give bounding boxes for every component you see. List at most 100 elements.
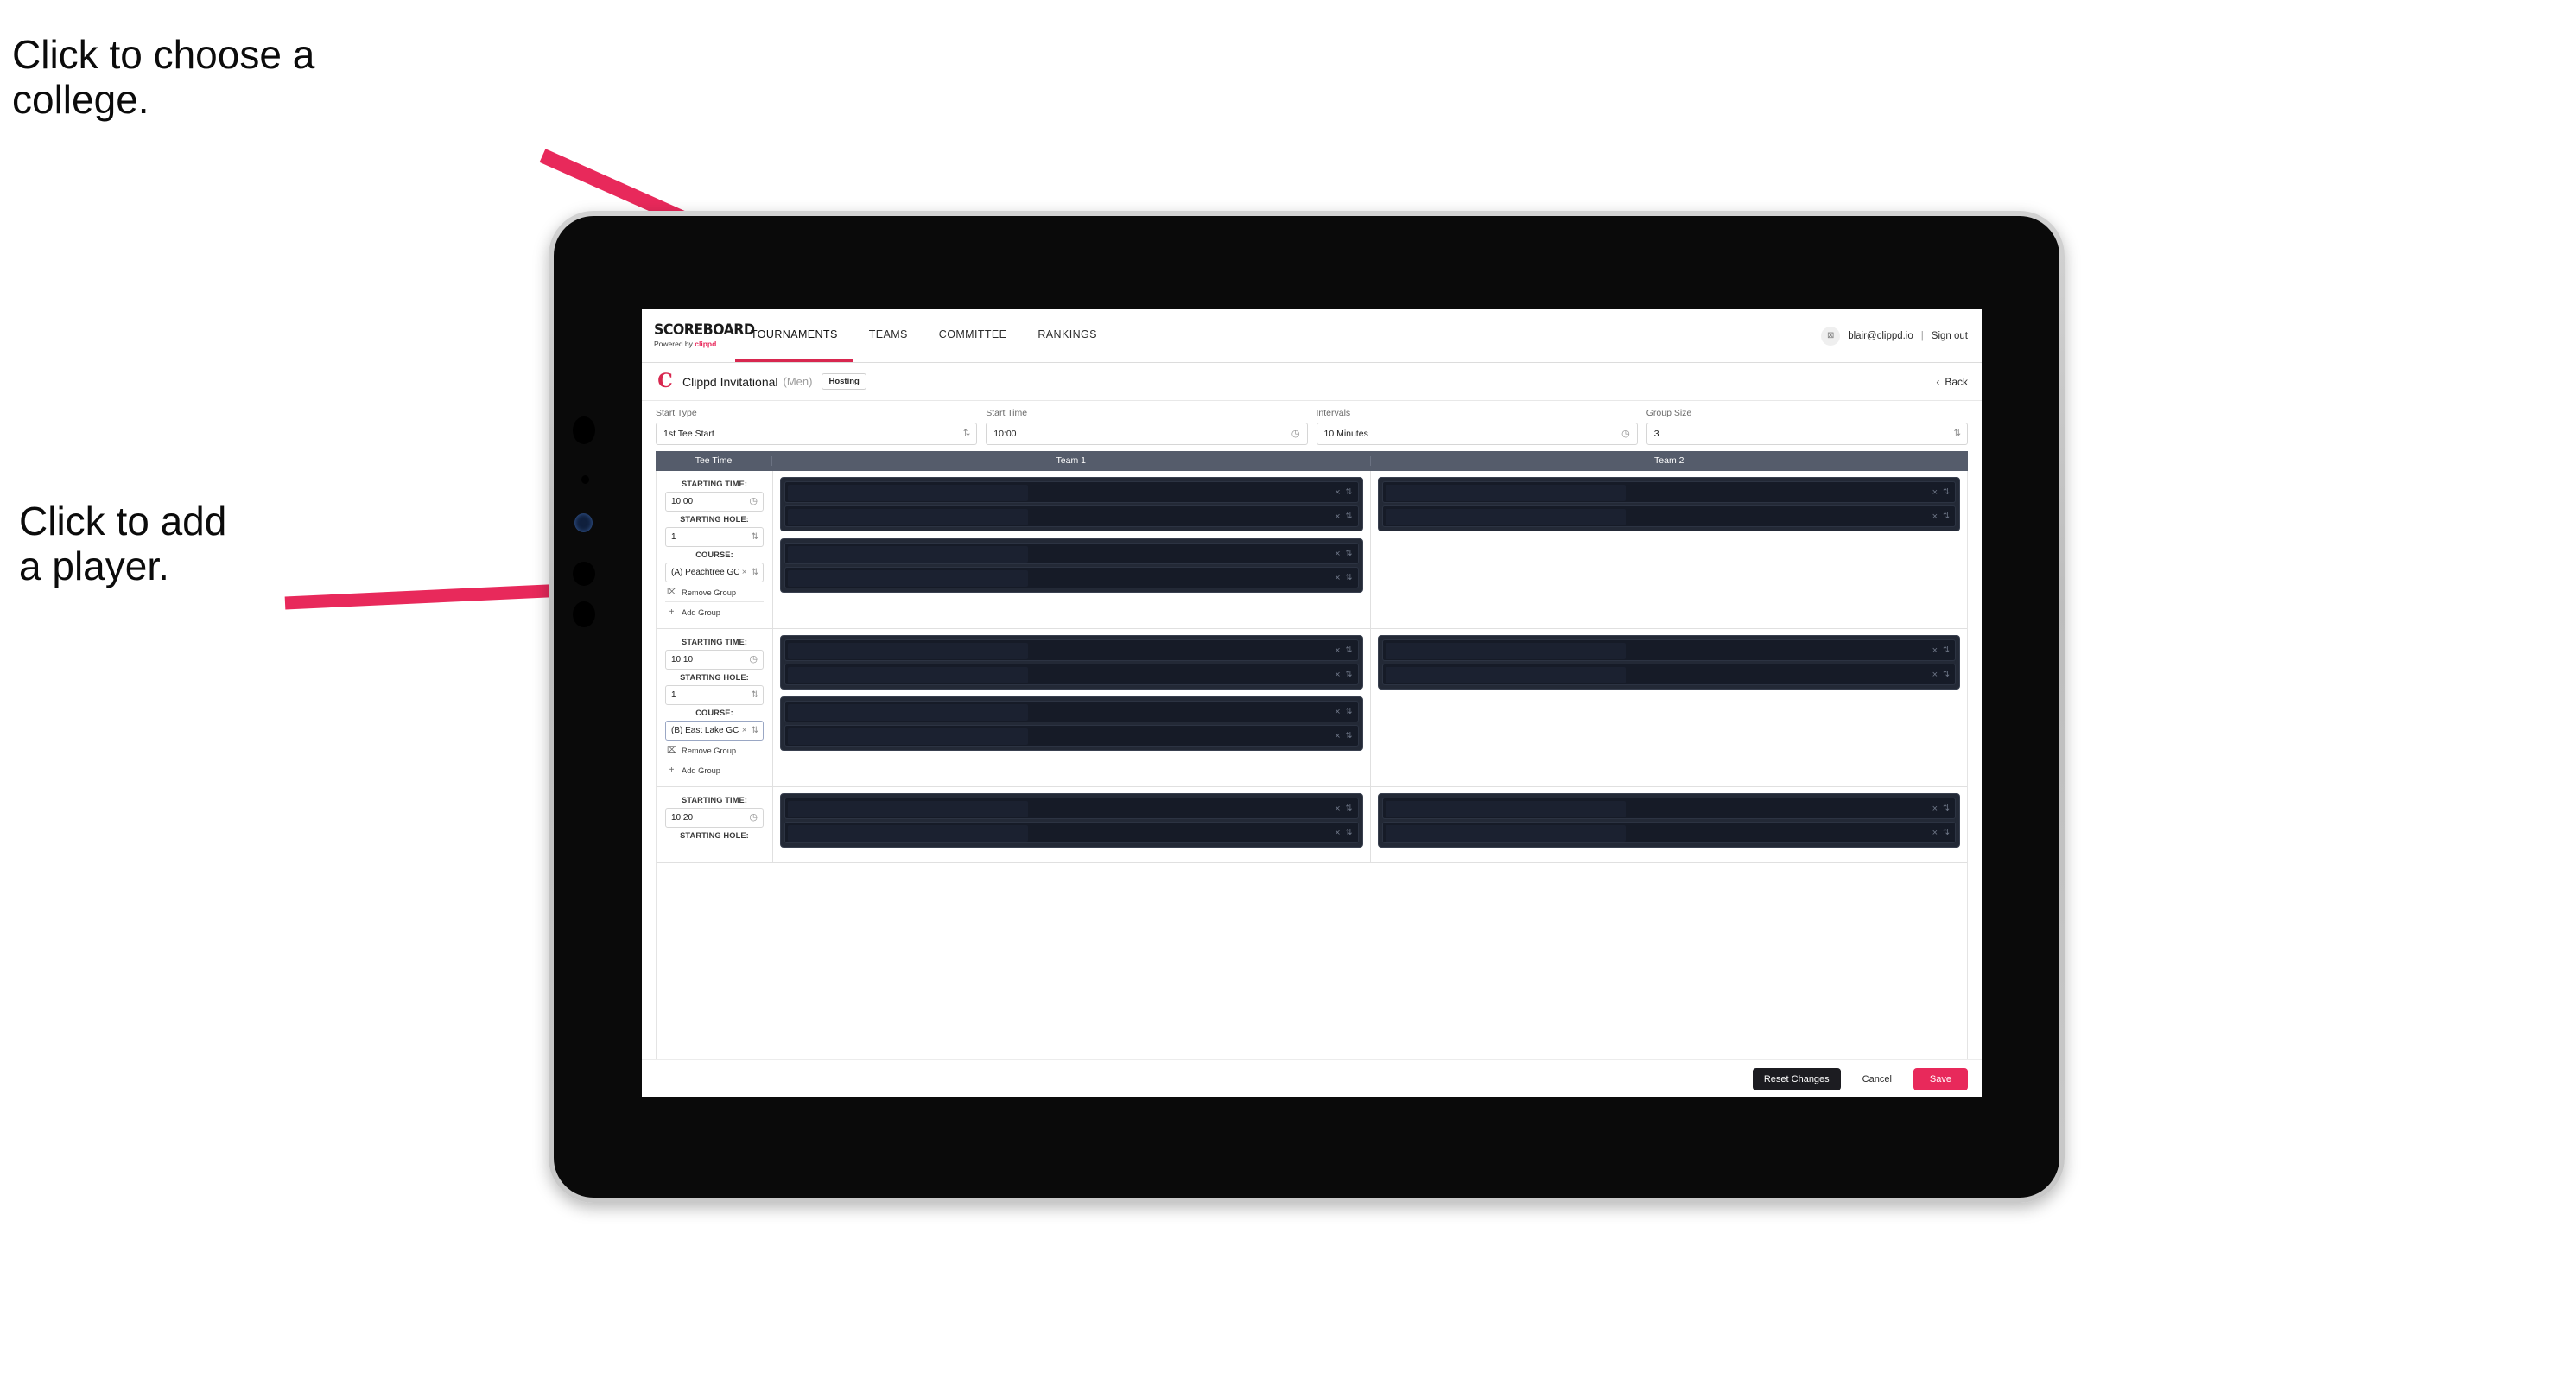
clock-icon[interactable]: ◷ — [1291, 429, 1300, 439]
stepper-icon[interactable]: ⇅ — [1346, 573, 1353, 582]
player-slot[interactable]: × ⇅ — [1381, 481, 1956, 503]
clear-player-icon[interactable]: × — [1932, 670, 1938, 680]
player-slot[interactable]: × ⇅ — [1381, 505, 1956, 527]
stepper-icon[interactable]: ⇅ — [963, 429, 970, 438]
clear-icon[interactable]: × — [742, 726, 747, 735]
stepper-icon[interactable]: ⇅ — [1943, 670, 1950, 679]
team1-card[interactable]: × ⇅ × ⇅ — [780, 538, 1363, 593]
clear-player-icon[interactable]: × — [1335, 487, 1340, 498]
player-slot[interactable]: × ⇅ — [784, 664, 1359, 685]
back-link[interactable]: ‹ Back — [1936, 376, 1968, 388]
starting-time-input[interactable]: 10:10 ◷ — [665, 650, 764, 670]
team2-card[interactable]: × ⇅ × ⇅ — [1377, 793, 1960, 848]
stepper-icon[interactable]: ⇅ — [1954, 429, 1961, 438]
clock-icon[interactable]: ◷ — [749, 497, 758, 506]
player-slot[interactable]: × ⇅ — [784, 481, 1359, 503]
nav-tab-committee[interactable]: COMMITTEE — [923, 309, 1023, 362]
clock-icon[interactable]: ◷ — [1621, 429, 1630, 439]
clear-player-icon[interactable]: × — [1335, 549, 1340, 559]
clear-player-icon[interactable]: × — [1932, 512, 1938, 522]
pairings-table-body[interactable]: STARTING TIME: 10:00 ◷ STARTING HOLE: 1 ⇅ COUR… — [656, 471, 1968, 1059]
nav-tab-rankings[interactable]: RANKINGS — [1022, 309, 1113, 362]
stepper-icon[interactable]: ⇅ — [1943, 487, 1950, 497]
stepper-icon[interactable]: ⇅ — [1346, 804, 1353, 813]
stepper-icon[interactable]: ⇅ — [1346, 512, 1353, 521]
starting-hole-input[interactable]: 1 ⇅ — [665, 685, 764, 705]
stepper-icon[interactable]: ⇅ — [1943, 804, 1950, 813]
stepper-icon[interactable]: ⇅ — [1346, 487, 1353, 497]
clock-icon[interactable]: ◷ — [749, 813, 758, 823]
course-select[interactable]: (B) East Lake GC × ⇅ — [665, 721, 764, 741]
starting-time-input[interactable]: 10:20 ◷ — [665, 808, 764, 828]
starting-hole-input[interactable]: 1 ⇅ — [665, 527, 764, 547]
stepper-icon[interactable]: ⇅ — [752, 568, 758, 577]
team2-card[interactable]: × ⇅ × ⇅ — [1377, 635, 1960, 690]
player-slot[interactable]: × ⇅ — [784, 567, 1359, 588]
clear-icon[interactable]: × — [742, 568, 747, 577]
clear-player-icon[interactable]: × — [1335, 828, 1340, 838]
team1-card[interactable]: × ⇅ × ⇅ — [780, 635, 1363, 690]
clear-player-icon[interactable]: × — [1932, 804, 1938, 814]
team2-card[interactable]: × ⇅ × ⇅ — [1377, 477, 1960, 531]
clear-player-icon[interactable]: × — [1335, 731, 1340, 741]
player-slot[interactable]: × ⇅ — [784, 639, 1359, 661]
player-slot[interactable]: × ⇅ — [784, 701, 1359, 722]
brand-logo[interactable]: SCOREBOARD Powered by clippd — [642, 309, 755, 362]
clear-player-icon[interactable]: × — [1335, 804, 1340, 814]
stepper-icon[interactable]: ⇅ — [1346, 670, 1353, 679]
start-type-value: 1st Tee Start — [663, 429, 714, 439]
stepper-icon[interactable]: ⇅ — [1346, 731, 1353, 741]
group-size-select[interactable]: 3 ⇅ — [1646, 423, 1968, 445]
brand-title: SCOREBOARD — [654, 321, 755, 340]
player-slot[interactable]: × ⇅ — [784, 822, 1359, 843]
start-type-select[interactable]: 1st Tee Start ⇅ — [656, 423, 978, 445]
start-time-input[interactable]: 10:00 ◷ — [986, 423, 1308, 445]
stepper-icon[interactable]: ⇅ — [1346, 549, 1353, 558]
reset-changes-button[interactable]: Reset Changes — [1752, 1067, 1841, 1090]
player-name-placeholder — [788, 801, 1029, 817]
add-group-button[interactable]: + Add Group — [665, 760, 764, 779]
clear-player-icon[interactable]: × — [1335, 512, 1340, 522]
remove-group-button[interactable]: ⌧ Remove Group — [665, 582, 764, 602]
team1-card[interactable]: × ⇅ × ⇅ — [780, 477, 1363, 531]
player-slot[interactable]: × ⇅ — [784, 725, 1359, 747]
clear-player-icon[interactable]: × — [1932, 645, 1938, 656]
stepper-icon[interactable]: ⇅ — [752, 532, 758, 542]
clock-icon[interactable]: ◷ — [749, 655, 758, 664]
nav-tab-teams[interactable]: TEAMS — [853, 309, 923, 362]
starting-time-input[interactable]: 10:00 ◷ — [665, 492, 764, 512]
stepper-icon[interactable]: ⇅ — [1346, 828, 1353, 837]
stepper-icon[interactable]: ⇅ — [1346, 645, 1353, 655]
clear-player-icon[interactable]: × — [1335, 645, 1340, 656]
remove-group-button[interactable]: ⌧ Remove Group — [665, 741, 764, 760]
course-select[interactable]: (A) Peachtree GC × ⇅ — [665, 563, 764, 582]
cancel-button[interactable]: Cancel — [1851, 1068, 1903, 1090]
tee-time-column: STARTING TIME: 10:20 ◷ STARTING HOLE: — [657, 787, 773, 862]
save-button[interactable]: Save — [1913, 1067, 1968, 1090]
clear-player-icon[interactable]: × — [1932, 487, 1938, 498]
team1-card[interactable]: × ⇅ × ⇅ — [780, 793, 1363, 848]
sign-out-link[interactable]: Sign out — [1932, 331, 1968, 341]
stepper-icon[interactable]: ⇅ — [752, 690, 758, 700]
stepper-icon[interactable]: ⇅ — [1943, 828, 1950, 837]
clear-player-icon[interactable]: × — [1335, 573, 1340, 583]
stepper-icon[interactable]: ⇅ — [752, 726, 758, 735]
clear-player-icon[interactable]: × — [1335, 670, 1340, 680]
clear-player-icon[interactable]: × — [1932, 828, 1938, 838]
player-slot[interactable]: × ⇅ — [784, 798, 1359, 819]
stepper-icon[interactable]: ⇅ — [1943, 645, 1950, 655]
team1-card[interactable]: × ⇅ × ⇅ — [780, 696, 1363, 751]
player-slot[interactable]: × ⇅ — [1381, 639, 1956, 661]
player-slot[interactable]: × ⇅ — [1381, 798, 1956, 819]
stepper-icon[interactable]: ⇅ — [1346, 707, 1353, 716]
player-slot[interactable]: × ⇅ — [1381, 822, 1956, 843]
player-slot[interactable]: × ⇅ — [784, 505, 1359, 527]
player-slot[interactable]: × ⇅ — [1381, 664, 1956, 685]
stepper-icon[interactable]: ⇅ — [1943, 512, 1950, 521]
course-label: COURSE: — [695, 709, 733, 717]
avatar[interactable]: ⊠ — [1821, 326, 1841, 346]
intervals-input[interactable]: 10 Minutes ◷ — [1316, 423, 1638, 445]
add-group-button[interactable]: + Add Group — [665, 602, 764, 621]
clear-player-icon[interactable]: × — [1335, 707, 1340, 717]
player-slot[interactable]: × ⇅ — [784, 543, 1359, 564]
